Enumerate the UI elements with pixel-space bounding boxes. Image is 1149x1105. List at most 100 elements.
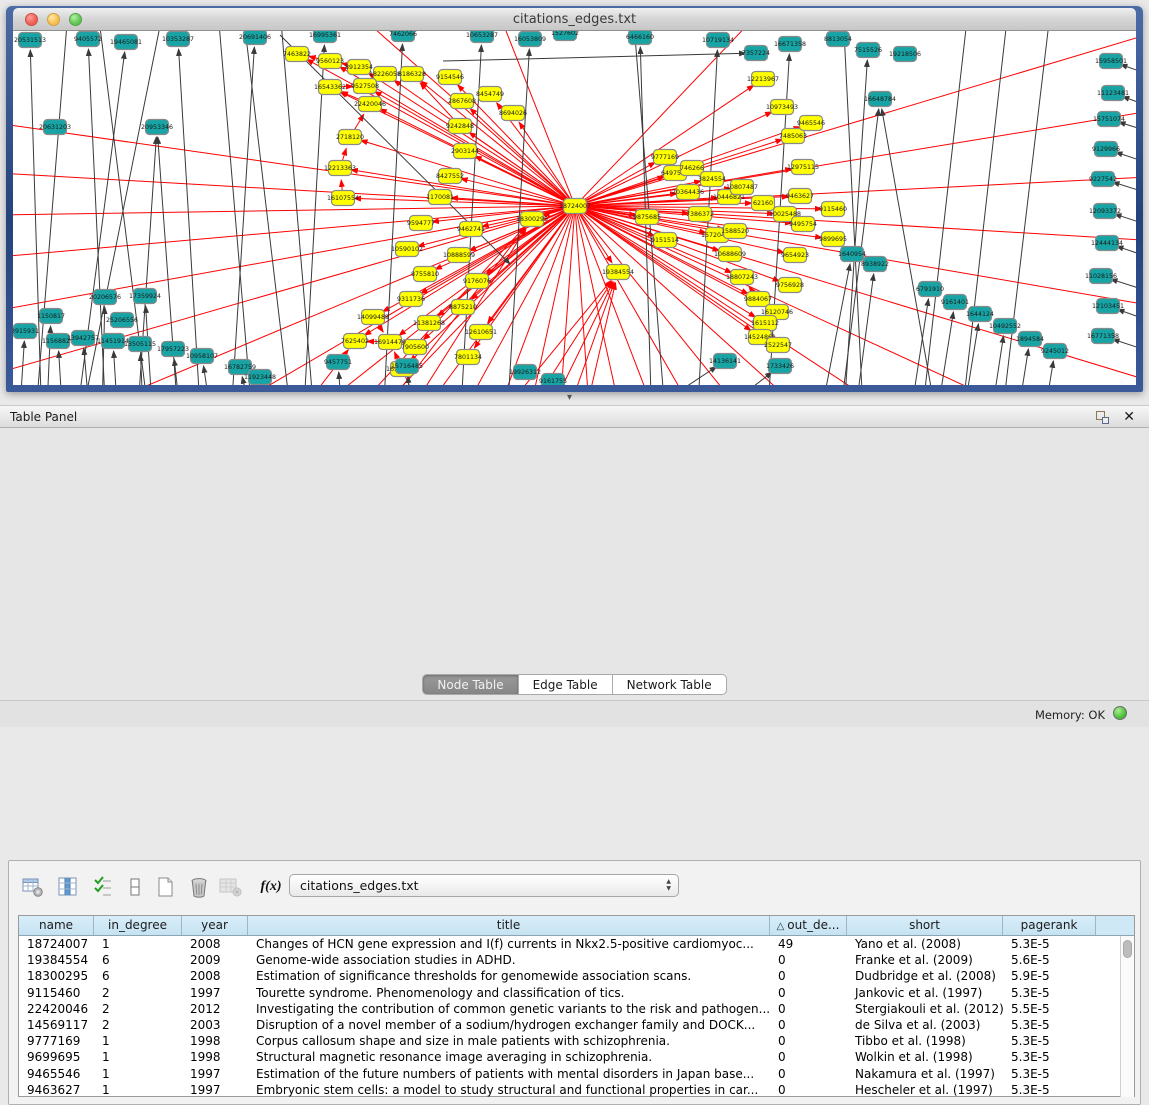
table-row[interactable]: 2242004622012Investigating the contribut… [19,1001,1134,1017]
table-cell[interactable]: 0 [770,952,847,968]
table-cell[interactable]: 0 [770,1001,847,1017]
graph-node[interactable]: 10653287 [466,31,498,43]
graph-node[interactable]: 9777169 [651,150,679,165]
column-header-out_de[interactable]: △out_de... [770,916,847,935]
table-cell[interactable]: 5.3E-5 [1003,1066,1096,1082]
graph-node[interactable]: 16995361 [309,31,341,43]
graph-node[interactable]: 16107554 [327,191,359,206]
table-cell[interactable]: Jankovic et al. (1997) [847,985,1003,1001]
table-cell[interactable]: 6 [94,952,182,968]
table-cell[interactable]: Disruption of a novel member of a sodium… [248,1017,770,1033]
graph-node[interactable]: 16771358 [1087,329,1119,344]
graph-node[interactable]: 10719134 [702,33,734,48]
table-cell[interactable]: 5.3E-5 [1003,1082,1096,1098]
table-cell[interactable]: 0 [770,1033,847,1049]
table-cell[interactable]: Estimation of significance thresholds fo… [248,968,770,984]
graph-node[interactable]: 13505115 [124,337,156,352]
table-options-icon[interactable] [21,875,45,899]
table-cell[interactable]: de Silva et al. (2003) [847,1017,1003,1033]
graph-node[interactable]: 19218506 [889,47,921,62]
graph-node[interactable]: 9899695 [819,232,847,247]
table-cell[interactable]: 6 [94,968,182,984]
table-cell[interactable]: 49 [770,936,847,952]
graph-node[interactable]: 10958107 [186,349,218,364]
graph-node[interactable]: 12103451 [1092,299,1124,314]
graph-node[interactable]: 12093372 [1089,204,1121,219]
table-cell[interactable]: Corpus callosum shape and size in male p… [248,1033,770,1049]
table-cell[interactable]: 5.3E-5 [1003,1033,1096,1049]
table-cell[interactable]: 5.5E-5 [1003,1001,1096,1017]
graph-node[interactable]: 8186328 [398,67,426,82]
graph-node[interactable]: 1640954 [838,247,866,262]
graph-node[interactable]: 16648784 [864,92,896,107]
graph-node[interactable]: 1733426 [766,359,794,374]
graph-node[interactable]: 1527602 [551,31,579,41]
graph-node[interactable]: 9465546 [797,116,825,131]
graph-node[interactable]: 9115460 [819,202,847,217]
table-cell[interactable]: 0 [770,968,847,984]
table-row[interactable]: 911546021997Tourette syndrome. Phenomeno… [19,985,1134,1001]
select-rows-icon[interactable] [91,875,115,899]
graph-node[interactable]: 9527508 [351,79,379,94]
table-cell[interactable]: 0 [770,1049,847,1065]
graph-node[interactable]: 18807243 [726,270,758,285]
table-cell[interactable]: 2008 [182,936,248,952]
graph-node[interactable]: 20953346 [141,120,173,135]
graph-node[interactable]: 10492552 [989,319,1021,334]
graph-node[interactable]: 8755810 [411,267,439,282]
table-cell[interactable]: 1998 [182,1033,248,1049]
graph-node[interactable]: 10888599 [443,248,475,263]
table-row[interactable]: 1872400712008Changes of HCN gene express… [19,936,1134,952]
graph-node[interactable]: 746266 [680,161,704,176]
table-cell[interactable]: 1 [94,1033,182,1049]
table-cell[interactable]: 0 [770,1082,847,1098]
table-scrollbar-thumb[interactable] [1123,940,1132,958]
table-cell[interactable]: Tibbo et al. (1998) [847,1033,1003,1049]
graph-node[interactable]: 9245012 [1041,344,1069,359]
table-row[interactable]: 946362711997Embryonic stem cells: a mode… [19,1082,1134,1098]
table-cell[interactable]: Stergiakouli et al. (2012) [847,1001,1003,1017]
graph-node[interactable]: 10688609 [714,247,746,262]
column-header-year[interactable]: year [182,916,248,935]
table-cell[interactable]: 1 [94,936,182,952]
graph-node[interactable]: 17359924 [129,289,161,304]
graph-node[interactable]: 16543362 [314,80,346,95]
graph-node[interactable]: 8454749 [476,87,504,102]
delete-table-icon[interactable] [219,875,243,899]
graph-node[interactable]: 16914479 [374,335,406,350]
close-icon[interactable]: ✕ [1123,409,1135,425]
table-cell[interactable]: 5.6E-5 [1003,952,1096,968]
table-row[interactable]: 1830029562008Estimation of significance … [19,968,1134,984]
graph-node[interactable]: 2718120 [336,130,364,145]
graph-node[interactable]: 20691406 [239,31,271,45]
create-table-icon[interactable] [153,875,177,899]
graph-node[interactable]: 15958501 [1095,54,1127,69]
graph-node[interactable]: 7462066 [389,31,417,42]
graph-node[interactable]: 1615112 [751,316,779,331]
graph-node[interactable]: 9594777 [407,216,435,231]
table-cell[interactable]: 9699695 [19,1049,94,1065]
graph-node[interactable]: 19465081 [110,35,142,50]
column-header-pagerank[interactable]: pagerank [1003,916,1096,935]
table-cell[interactable]: Yano et al. (2008) [847,936,1003,952]
function-builder-icon[interactable]: f(x) [259,875,283,899]
table-cell[interactable]: 22420046 [19,1001,94,1017]
graph-node[interactable]: 1150817 [37,309,65,324]
table-cell[interactable]: 5.3E-5 [1003,1017,1096,1033]
float-window-icon[interactable] [1096,411,1109,424]
graph-node[interactable]: 9161755 [539,374,567,386]
graph-node[interactable]: 9227542 [1089,172,1117,187]
table-cell[interactable]: Changes of HCN gene expression and I(f) … [248,936,770,952]
graph-node[interactable]: 10807487 [726,180,758,195]
table-cell[interactable]: Franke et al. (2009) [847,952,1003,968]
row-height-icon[interactable] [123,875,147,899]
table-cell[interactable]: 2 [94,1001,182,1017]
network-canvas[interactable]: 1872400774638229560123891235418226058952… [13,31,1136,385]
graph-node[interactable]: 2522547 [764,338,792,353]
table-cell[interactable]: Genome-wide association studies in ADHD. [248,952,770,968]
graph-node[interactable]: 7386372 [686,207,714,222]
table-cell[interactable]: Hescheler et al. (1997) [847,1082,1003,1098]
graph-node[interactable]: 13942757 [67,331,99,346]
graph-node[interactable]: 9462741 [457,222,485,237]
network-window[interactable]: citations_edges.txt 18724007746382295601… [6,6,1143,392]
